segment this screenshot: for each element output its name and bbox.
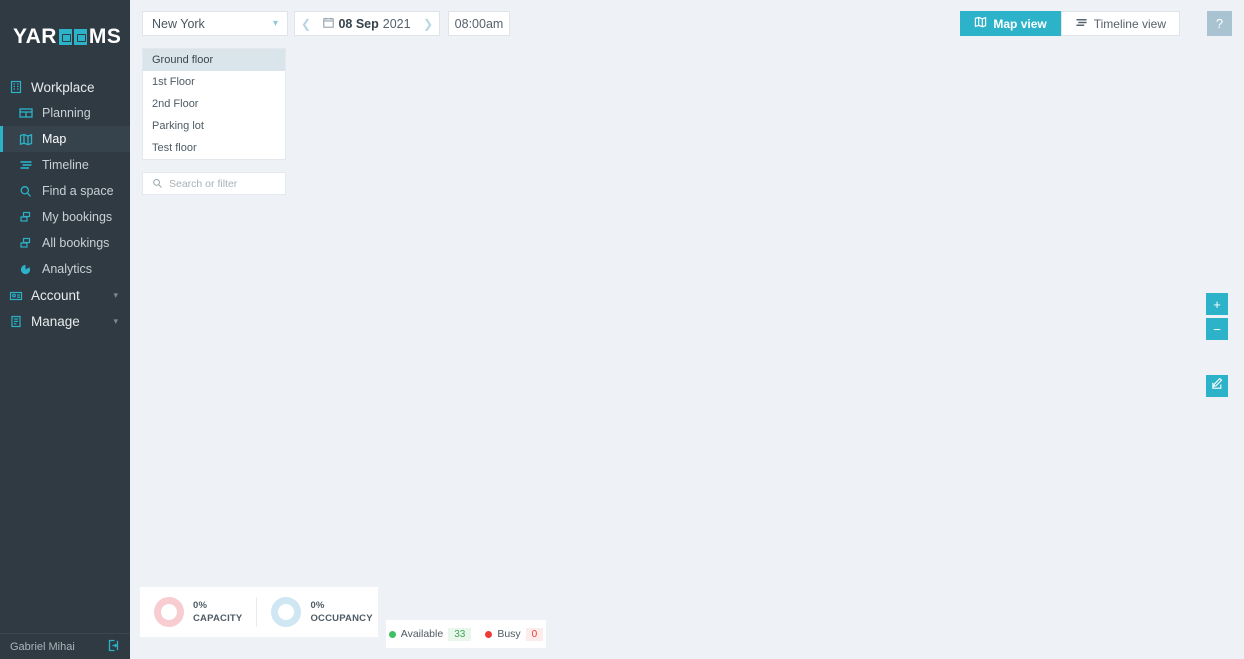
capacity-label: CAPACITY [193, 613, 243, 624]
time-field[interactable]: 08:00am [448, 11, 510, 36]
tab-label: Timeline view [1093, 16, 1166, 31]
sidebar-item-all-bookings[interactable]: All bookings [0, 230, 130, 256]
sidebar-item-label: All bookings [42, 236, 110, 250]
search-input[interactable]: Search or filter [142, 172, 286, 195]
help-button[interactable]: ? [1207, 11, 1232, 36]
zoom-in-button[interactable]: + [1206, 293, 1228, 315]
legend-available-label: Available [400, 628, 444, 640]
legend-available: Available 33 [388, 627, 472, 641]
search-icon [152, 178, 163, 189]
edit-map-button[interactable] [1206, 375, 1228, 397]
timeline-icon [18, 158, 33, 173]
floor-item-parking-lot[interactable]: Parking lot [143, 115, 285, 137]
sidebar-group-label: Account [31, 287, 80, 303]
top-toolbar: New York ▾ ❮ 08 Sep 2021 ❯ 08:00am Map v… [130, 0, 1244, 47]
manage-icon [8, 314, 23, 329]
pie-chart-icon [18, 262, 33, 277]
calendar-icon [323, 17, 335, 31]
status-dot-available-icon [388, 630, 396, 638]
zoom-out-button[interactable]: − [1206, 318, 1228, 340]
capacity-value: 0% [193, 600, 208, 611]
date-picker[interactable]: ❮ 08 Sep 2021 ❯ [294, 11, 440, 36]
bookings-icon [18, 210, 33, 225]
status-dot-busy-icon [485, 630, 493, 638]
legend-busy-count: 0 [525, 627, 544, 641]
user-name: Gabriel Mihai [10, 640, 75, 653]
sidebar-group-label: Workplace [31, 79, 95, 95]
sidebar-item-label: My bookings [42, 210, 113, 224]
timeline-icon [1075, 17, 1088, 31]
occupancy-label: OCCUPANCY [310, 613, 373, 624]
date-day-month: 08 Sep [338, 16, 379, 31]
capacity-donut-chart [154, 597, 184, 627]
app-root: YAR MS Workplace Planning Map Timeline F… [0, 0, 1244, 659]
tab-timeline-view[interactable]: Timeline view [1060, 11, 1180, 36]
sidebar-item-analytics[interactable]: Analytics [0, 256, 130, 282]
stat-capacity: 0% CAPACITY [140, 597, 256, 627]
stat-occupancy: 0% OCCUPANCY [256, 597, 386, 627]
sidebar-item-label: Planning [42, 106, 91, 120]
search-icon [18, 184, 33, 199]
sidebar-item-planning[interactable]: Planning [0, 100, 130, 126]
date-year: 2021 [382, 16, 411, 31]
date-value[interactable]: 08 Sep 2021 [317, 17, 417, 31]
map-icon [974, 16, 987, 31]
floor-item-test-floor[interactable]: Test floor [143, 137, 285, 159]
sidebar-group-workplace[interactable]: Workplace [0, 74, 130, 100]
site-select[interactable]: New York ▾ [142, 11, 288, 36]
chevron-down-icon: ▾ [113, 315, 118, 326]
bookings-icon [18, 236, 33, 251]
site-select-value: New York [152, 16, 205, 31]
brand-name-part2: MS [88, 25, 122, 48]
sidebar-group-label: Manage [31, 313, 80, 329]
tab-map-view[interactable]: Map view [960, 11, 1061, 36]
building-icon [8, 80, 23, 95]
chevron-down-icon: ▾ [113, 289, 118, 300]
search-placeholder: Search or filter [169, 177, 238, 190]
brand-name-part1: YAR [13, 25, 57, 48]
legend-busy-label: Busy [497, 628, 521, 640]
view-tabs: Map view Timeline view [960, 11, 1180, 36]
legend-available-count: 33 [448, 627, 472, 641]
sidebar-item-map[interactable]: Map [0, 126, 130, 152]
sidebar-item-label: Find a space [42, 184, 114, 198]
sidebar-group-manage[interactable]: Manage ▾ [0, 308, 130, 334]
floor-list: Ground floor 1st Floor 2nd Floor Parking… [142, 48, 286, 160]
sidebar: YAR MS Workplace Planning Map Timeline F… [0, 0, 130, 659]
sidebar-item-find-a-space[interactable]: Find a space [0, 178, 130, 204]
legend-busy: Busy 0 [485, 627, 544, 641]
sidebar-nav: Workplace Planning Map Timeline Find a s… [0, 74, 130, 633]
map-icon [18, 132, 33, 147]
sidebar-group-account[interactable]: Account ▾ [0, 282, 130, 308]
tab-label: Map view [993, 16, 1047, 31]
prev-day-button[interactable]: ❮ [295, 17, 317, 31]
sidebar-user-footer[interactable]: Gabriel Mihai [0, 633, 130, 659]
grid-icon [18, 106, 33, 121]
yarooms-logo-icon [58, 29, 88, 45]
legend-card: Available 33 Busy 0 [386, 620, 546, 648]
stats-card: 0% CAPACITY 0% OCCUPANCY [140, 587, 378, 637]
floor-item-1st-floor[interactable]: 1st Floor [143, 71, 285, 93]
brand-logo[interactable]: YAR MS [0, 0, 130, 74]
account-icon [8, 288, 23, 303]
sidebar-item-my-bookings[interactable]: My bookings [0, 204, 130, 230]
sidebar-item-label: Map [42, 132, 67, 146]
sidebar-item-label: Timeline [42, 158, 89, 172]
sidebar-item-label: Analytics [42, 262, 93, 276]
next-day-button[interactable]: ❯ [417, 17, 439, 31]
occupancy-donut-chart [271, 597, 302, 627]
occupancy-value: 0% [310, 600, 325, 611]
map-zoom-controls: + − [1206, 293, 1228, 343]
sidebar-item-timeline[interactable]: Timeline [0, 152, 130, 178]
edit-pencil-icon [1211, 377, 1223, 395]
floor-item-ground-floor[interactable]: Ground floor [143, 49, 285, 71]
floor-item-2nd-floor[interactable]: 2nd Floor [143, 93, 285, 115]
logout-icon[interactable] [107, 639, 120, 655]
chevron-down-icon: ▾ [272, 18, 278, 29]
